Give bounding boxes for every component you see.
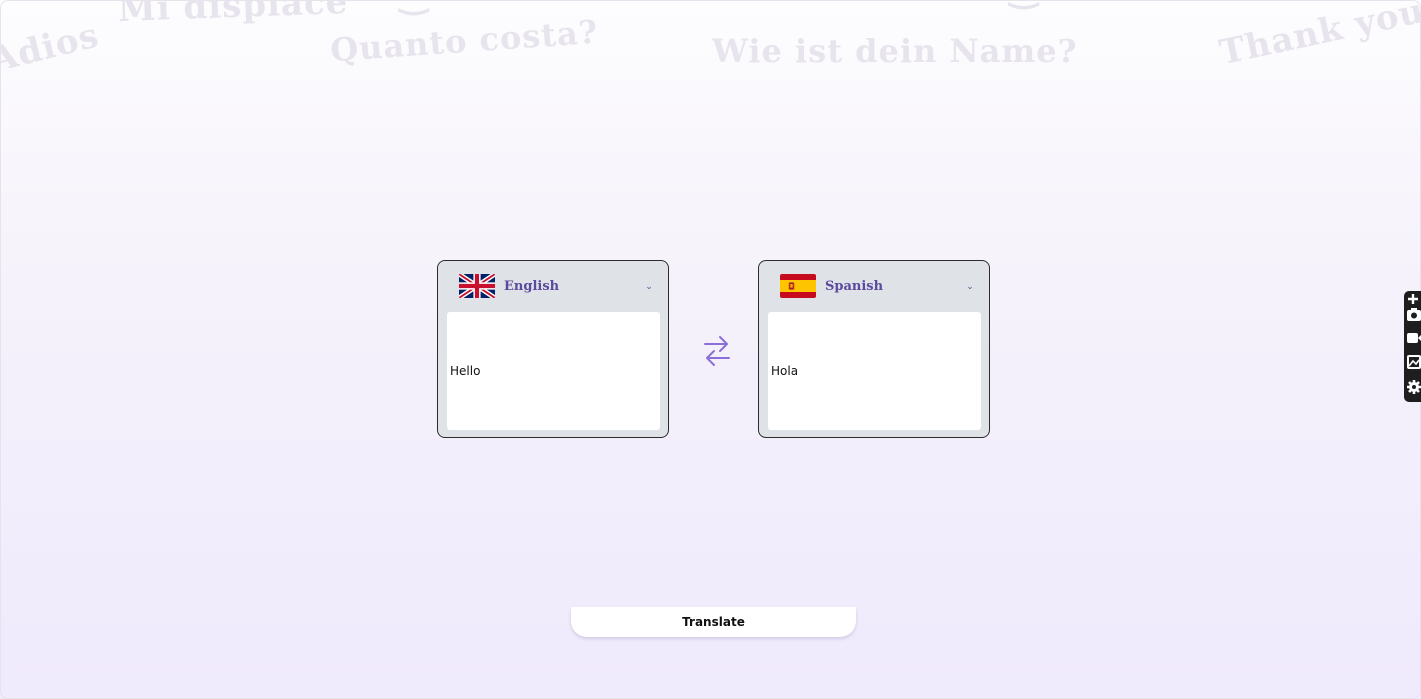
target-language-card: Spanish ⌄ Hola: [758, 260, 990, 438]
add-icon[interactable]: [1407, 292, 1421, 304]
target-language-label: Spanish: [825, 278, 884, 294]
background-phrase: Adios: [0, 15, 104, 81]
background-phrase: Wie ist dein Name?: [712, 32, 1078, 70]
background-phrase: Thank you: [1216, 0, 1421, 74]
source-language-card: English ⌄ Hello: [437, 260, 669, 438]
source-language-label: English: [504, 278, 560, 294]
background-phrase: Quanto costa?: [329, 12, 600, 70]
chevron-down-icon[interactable]: ⌄: [644, 281, 654, 292]
image-icon[interactable]: [1407, 354, 1421, 372]
swap-arrows-icon: [704, 336, 730, 366]
background-phrase: Mi displace: [117, 0, 349, 31]
settings-gear-icon[interactable]: [1407, 379, 1421, 397]
target-text-output: Hola: [768, 312, 981, 430]
side-toolbar: [1404, 291, 1421, 402]
source-text-input[interactable]: Hello: [447, 312, 660, 430]
video-icon[interactable]: [1407, 330, 1421, 348]
uk-flag-icon: [459, 274, 495, 298]
background-phrase-fragment: ‿: [1010, 0, 1038, 10]
translate-button[interactable]: Translate: [571, 607, 856, 637]
camera-icon[interactable]: [1407, 306, 1421, 324]
chevron-down-icon[interactable]: ⌄: [965, 281, 975, 292]
swap-languages-button[interactable]: [700, 330, 734, 370]
source-language-select[interactable]: English ⌄: [438, 261, 668, 311]
background-phrase-fragment: ‿: [400, 0, 428, 16]
target-language-select[interactable]: Spanish ⌄: [759, 261, 989, 311]
spain-flag-icon: [780, 274, 816, 298]
